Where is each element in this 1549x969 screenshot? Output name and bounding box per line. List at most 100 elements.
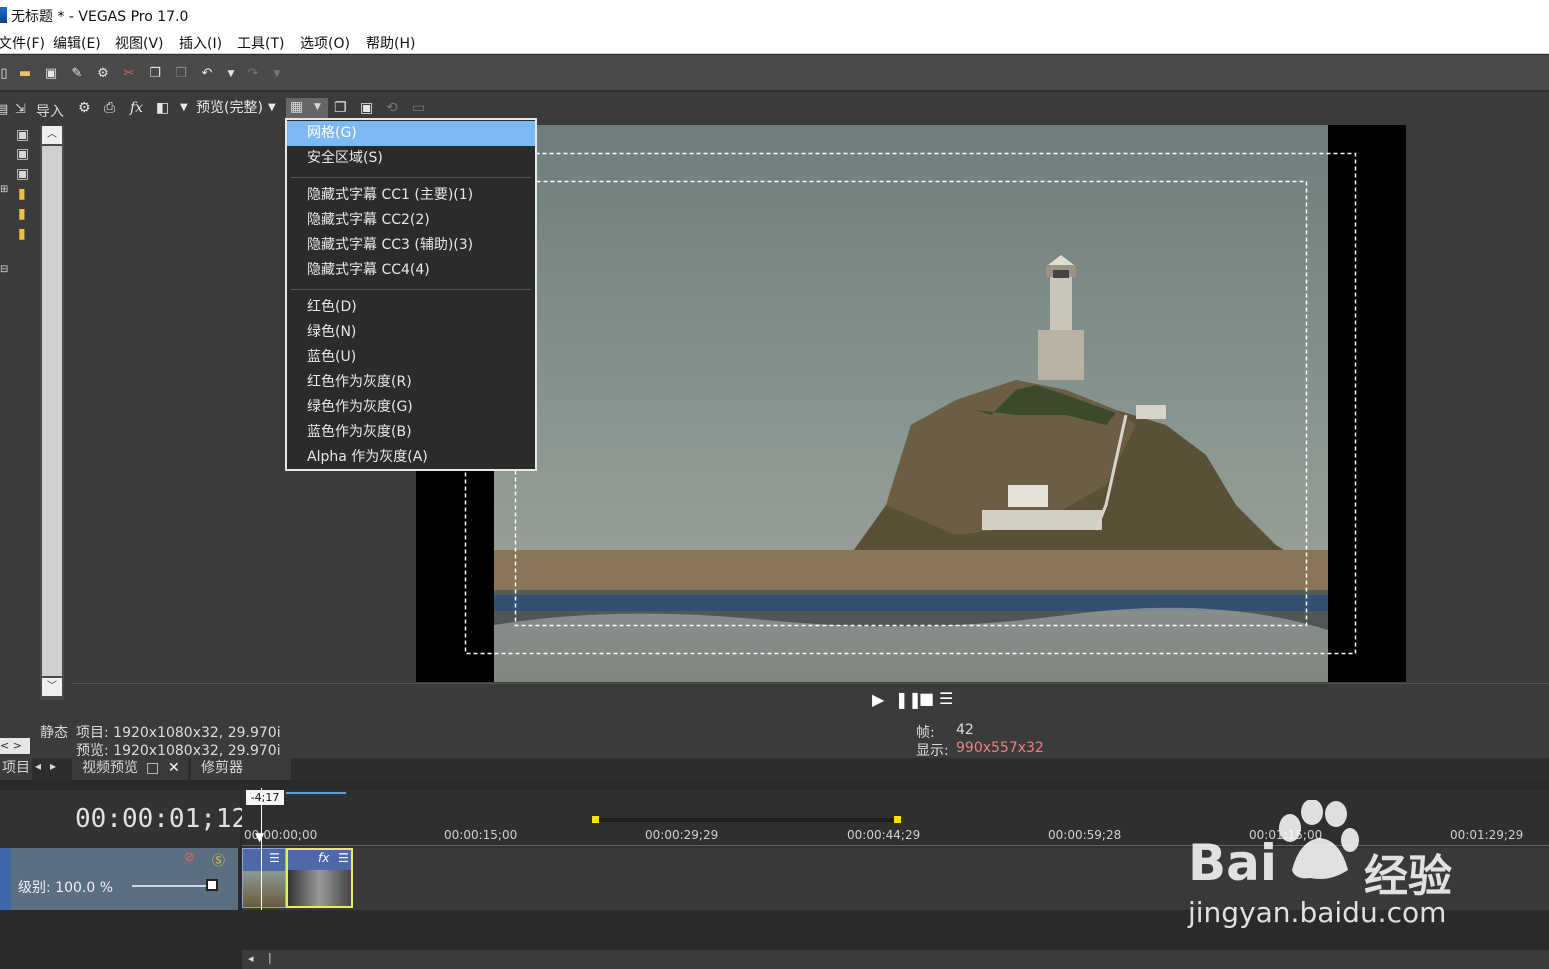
- tab-trimmer[interactable]: 修剪器: [191, 758, 291, 780]
- video-event-2[interactable]: fx ☰: [286, 848, 353, 908]
- main-toolbar: ▯ ▬ ▣ ✎ ⚙ ✂ ❐ ❐ ↶ ▼ ↷ ▼: [0, 55, 1549, 91]
- menu-item-grid[interactable]: 网格(G): [287, 121, 535, 146]
- monitor-icon[interactable]: ▭: [412, 96, 425, 120]
- timeline-hscroll[interactable]: ◂ |: [242, 950, 1549, 969]
- menu-tools[interactable]: 工具(T): [237, 33, 284, 53]
- level-slider-thumb[interactable]: [206, 879, 218, 891]
- loop-region-bar[interactable]: [594, 818, 898, 822]
- tab-scroll-left-icon[interactable]: ◂: [35, 759, 41, 773]
- copy-snapshot-icon[interactable]: ❐: [334, 96, 347, 120]
- mute-icon[interactable]: ⊘: [184, 850, 195, 865]
- collapse-icon[interactable]: ⊟: [0, 264, 8, 275]
- menu-item-green[interactable]: 绿色(N): [287, 320, 535, 345]
- loop-end-marker[interactable]: [894, 816, 901, 823]
- cursor-offset-badge: -4;17: [246, 790, 284, 805]
- menu-item-red[interactable]: 红色(D): [287, 295, 535, 320]
- menu-item-safe-areas[interactable]: 安全区域(S): [287, 146, 535, 171]
- event-menu-icon[interactable]: ☰: [269, 851, 280, 865]
- device-preview-icon[interactable]: ⎙: [104, 96, 115, 120]
- overlays-dropdown-icon: ▼: [314, 102, 321, 112]
- stop-icon[interactable]: ■: [919, 689, 934, 708]
- properties-icon[interactable]: ⚙: [95, 66, 111, 82]
- close-icon[interactable]: ✕: [168, 758, 180, 778]
- loop-icon[interactable]: ⟲: [386, 96, 398, 120]
- split-screen-icon[interactable]: ◧: [156, 96, 169, 120]
- hscroll-thumb[interactable]: |: [268, 951, 272, 964]
- menu-item-cc1[interactable]: 隐藏式字幕 CC1 (主要)(1): [287, 183, 535, 208]
- ruler-label: 00:00:29;29: [645, 828, 719, 842]
- redo-dropdown-icon[interactable]: ▼: [269, 66, 285, 82]
- save-snapshot-icon[interactable]: ▣: [360, 96, 373, 120]
- event-menu-icon[interactable]: ☰: [338, 851, 349, 865]
- menu-item-alpha-grayscale[interactable]: Alpha 作为灰度(A): [287, 445, 535, 470]
- redo-icon[interactable]: ↷: [245, 66, 261, 82]
- menu-edit[interactable]: 编辑(E): [53, 33, 101, 53]
- baidu-watermark: Bai 经验 jingyan.baidu.com: [1180, 800, 1480, 940]
- expand-icon[interactable]: ⊞: [0, 184, 8, 195]
- tab-video-preview[interactable]: 视频预览 □ ✕: [72, 758, 188, 780]
- menu-options[interactable]: 选项(O): [300, 33, 350, 53]
- video-fx-icon[interactable]: fx: [130, 96, 143, 120]
- import-label[interactable]: 导入: [36, 101, 64, 121]
- tab-project-media[interactable]: 项目: [0, 758, 32, 780]
- save-as-icon[interactable]: ✎: [69, 66, 85, 82]
- paste-icon[interactable]: ❐: [173, 66, 189, 82]
- open-icon[interactable]: ▬: [17, 66, 33, 82]
- scroll-thumb[interactable]: [42, 146, 62, 676]
- scroll-down-icon[interactable]: ﹀: [42, 678, 62, 696]
- loop-start-marker[interactable]: [592, 816, 599, 823]
- folder-video-icon[interactable]: ▣: [16, 146, 29, 162]
- quality-dropdown-icon[interactable]: ▼: [180, 96, 188, 120]
- folder-icon[interactable]: ▮: [18, 186, 26, 202]
- menu-item-green-grayscale[interactable]: 绿色作为灰度(G): [287, 395, 535, 420]
- menu-insert[interactable]: 插入(I): [179, 33, 222, 53]
- solo-icon[interactable]: Ⓢ: [212, 850, 225, 869]
- new-icon[interactable]: ▯: [0, 66, 12, 82]
- menu-icon[interactable]: ☰: [939, 689, 953, 708]
- playhead-marker-icon[interactable]: ▼: [255, 830, 264, 844]
- menu-item-cc3[interactable]: 隐藏式字幕 CC3 (辅助)(3): [287, 233, 535, 258]
- copy-icon[interactable]: ❐: [147, 66, 163, 82]
- save-icon[interactable]: ▣: [43, 66, 59, 82]
- scroll-up-icon[interactable]: ︿: [42, 126, 62, 144]
- video-event-1[interactable]: ☰: [242, 848, 286, 908]
- video-track-header: ⊘ Ⓢ 级别: 100.0 %: [0, 848, 238, 910]
- menu-item-blue[interactable]: 蓝色(U): [287, 345, 535, 370]
- ruler-label: 00:00:44;29: [847, 828, 921, 842]
- hscroll-left-icon[interactable]: ◂: [248, 952, 254, 965]
- pause-icon[interactable]: ❚❚: [895, 690, 922, 709]
- menu-item-red-grayscale[interactable]: 红色作为灰度(R): [287, 370, 535, 395]
- menu-item-cc2[interactable]: 隐藏式字幕 CC2(2): [287, 208, 535, 233]
- menu-item-cc4[interactable]: 隐藏式字幕 CC4(4): [287, 258, 535, 283]
- preview-quality-dropdown[interactable]: 预览(完整): [196, 96, 263, 120]
- menu-item-blue-grayscale[interactable]: 蓝色作为灰度(B): [287, 420, 535, 445]
- menu-separator: [291, 177, 531, 178]
- cut-icon[interactable]: ✂: [121, 66, 137, 82]
- vertical-scrollbar[interactable]: ︿ ﹀: [40, 126, 64, 700]
- folder-icon[interactable]: ▮: [18, 226, 26, 242]
- undo-dropdown-icon[interactable]: ▼: [223, 66, 239, 82]
- menu-file[interactable]: 文件(F): [0, 33, 45, 53]
- menu-view[interactable]: 视图(V): [115, 33, 164, 53]
- track-color-strip[interactable]: [0, 848, 11, 910]
- display-label: 显示:: [916, 743, 949, 759]
- event-fx-icon[interactable]: fx: [318, 851, 329, 865]
- folder-video-icon[interactable]: ▣: [16, 166, 29, 182]
- overlays-button[interactable]: ▦ ▼: [286, 98, 328, 120]
- grid-icon: ▦: [290, 99, 304, 115]
- preview-info: 项目: 1920x1080x32, 29.970i 预览: 1920x1080x…: [72, 717, 1549, 759]
- restore-icon[interactable]: □: [146, 758, 159, 778]
- preview-properties-icon[interactable]: ⚙: [78, 96, 91, 120]
- undo-icon[interactable]: ↶: [199, 66, 215, 82]
- folder-video-icon[interactable]: ▣: [16, 127, 29, 143]
- quality-chevron-icon[interactable]: ▼: [268, 96, 276, 120]
- tab-scroll-right-icon[interactable]: ▸: [50, 759, 56, 773]
- vegas-app-icon: [0, 7, 7, 23]
- paw-logo-icon: [1279, 800, 1359, 879]
- media-view-icon[interactable]: ▤: [0, 102, 8, 117]
- import-icon[interactable]: ⇲: [15, 102, 26, 117]
- folder-icon[interactable]: ▮: [18, 206, 26, 222]
- play-icon[interactable]: ▶: [872, 690, 884, 709]
- hscroll-arrows[interactable]: < >: [0, 738, 30, 754]
- menu-help[interactable]: 帮助(H): [366, 33, 415, 53]
